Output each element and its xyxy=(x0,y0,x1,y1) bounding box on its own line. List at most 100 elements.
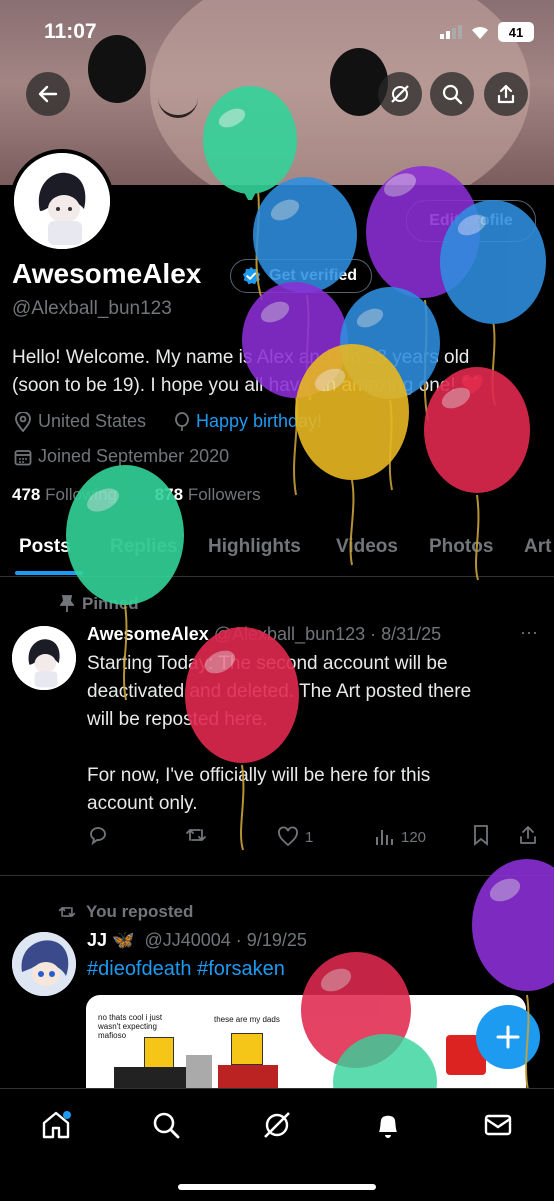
avatar-image xyxy=(14,153,110,249)
views-button[interactable]: 120 xyxy=(375,827,426,847)
share-icon xyxy=(520,826,536,844)
like-icon xyxy=(278,826,298,847)
post-header: AwesomeAlex @Alexball_bun123 · 8/31/25 xyxy=(87,624,441,645)
repost-label: You reposted xyxy=(86,902,194,921)
banner-right-eye xyxy=(330,48,388,116)
wifi-icon xyxy=(472,26,488,39)
share-button[interactable] xyxy=(484,72,528,116)
followers-label: Followers xyxy=(187,485,261,504)
tab-videos[interactable]: Videos xyxy=(336,536,398,558)
battery-indicator: 41 xyxy=(498,22,534,42)
bio-line-2: (soon to be 19). I hope you all have an … xyxy=(12,375,456,396)
profile-tabs: Posts Replies Highlights Videos Photos A… xyxy=(0,528,554,577)
reply-button[interactable] xyxy=(87,824,109,850)
post-more-button[interactable]: ··· xyxy=(520,622,538,643)
post-author-name[interactable]: AwesomeAlex xyxy=(87,624,209,644)
avatar-image xyxy=(12,626,76,690)
home-icon xyxy=(42,1111,71,1139)
followers-count: 878 xyxy=(154,485,184,504)
media-caption-2: these are my dads xyxy=(214,1015,280,1024)
profile-bio: Hello! Welcome. My name is Alex and I'm … xyxy=(12,344,532,400)
media-figure-3 xyxy=(186,1055,212,1090)
tab-photos[interactable]: Photos xyxy=(429,536,493,558)
repost-author-emoji: 🦋 xyxy=(112,930,135,950)
following-link[interactable]: 478 Following xyxy=(12,485,117,504)
media-figure-2 xyxy=(231,1033,263,1065)
search-icon xyxy=(442,84,463,105)
repost-button[interactable] xyxy=(185,824,207,850)
nav-grok[interactable] xyxy=(259,1107,295,1143)
post-body: Starting Today: The second account will … xyxy=(87,650,537,818)
bell-icon xyxy=(379,1115,397,1138)
location-icon xyxy=(15,411,31,432)
profile-name: AwesomeAlex xyxy=(12,258,202,289)
repost-header: JJ 🦋 @JJ40004 · 9/19/25 xyxy=(87,930,307,951)
tab-art[interactable]: Art xyxy=(524,536,551,558)
tab-replies[interactable]: Replies xyxy=(110,536,178,558)
post-line-5: account only. xyxy=(87,793,198,814)
pin-icon xyxy=(60,595,74,612)
bio-heart-emoji: ❤️ xyxy=(460,375,485,396)
search-button[interactable] xyxy=(430,72,474,116)
profile-avatar[interactable] xyxy=(10,149,114,253)
active-tab-indicator xyxy=(15,571,83,575)
like-count: 1 xyxy=(305,828,314,846)
post-line-1: Starting Today: The second account will … xyxy=(87,653,448,674)
nav-messages[interactable] xyxy=(480,1107,516,1143)
post-line-3: will be reposted here. xyxy=(87,709,268,730)
like-button[interactable]: 1 xyxy=(277,826,313,848)
tab-posts[interactable]: Posts xyxy=(19,536,71,558)
media-figure-1 xyxy=(144,1037,174,1069)
get-verified-button[interactable]: Get verified xyxy=(230,259,373,293)
repost-icon xyxy=(58,907,76,917)
profile-joined: Joined September 2020 xyxy=(14,446,229,467)
repost-icon xyxy=(186,829,206,841)
bio-line-1: Hello! Welcome. My name is Alex and I'm … xyxy=(12,347,470,368)
get-verified-label: Get verified xyxy=(269,267,358,284)
post-line-2: deactivated and deleted. The Art posted … xyxy=(87,681,472,702)
media-figure-body-2 xyxy=(218,1065,278,1090)
post-divider xyxy=(0,875,554,876)
tab-highlights[interactable]: Highlights xyxy=(208,536,301,558)
edit-profile-button[interactable]: Edit profile xyxy=(406,200,536,242)
nav-search[interactable] xyxy=(148,1107,184,1143)
views-count: 120 xyxy=(401,828,427,846)
grok-button[interactable] xyxy=(378,72,422,116)
repost-hashtags[interactable]: #dieofdeath #forsaken xyxy=(87,958,285,981)
back-button[interactable] xyxy=(26,72,70,116)
repost-author-avatar[interactable] xyxy=(12,932,76,996)
profile-birthday[interactable]: Happy birthday! xyxy=(174,411,322,432)
follow-counts: 478 Following 878 Followers xyxy=(12,485,261,505)
media-caption-1: no thats cool i just wasn't expecting ma… xyxy=(98,1013,163,1040)
home-indicator xyxy=(178,1184,376,1190)
nav-notifications[interactable] xyxy=(370,1107,406,1143)
repost-author-name[interactable]: JJ xyxy=(87,930,107,950)
compose-post-button[interactable] xyxy=(476,1005,540,1069)
location-text: United States xyxy=(38,411,147,431)
nav-home[interactable] xyxy=(38,1107,74,1143)
balloon-icon xyxy=(175,411,189,431)
repost-media[interactable]: no thats cool i just wasn't expecting ma… xyxy=(86,995,526,1090)
status-time: 11:07 xyxy=(44,20,97,43)
followers-link[interactable]: 878 Followers xyxy=(155,485,261,504)
post-share-button[interactable] xyxy=(517,824,539,850)
profile-location: United States xyxy=(14,411,146,432)
status-icons: 41 xyxy=(440,22,534,42)
grok-icon xyxy=(264,1112,290,1138)
media-figure-body-1 xyxy=(114,1067,194,1090)
search-icon xyxy=(153,1112,180,1139)
verified-badge-icon xyxy=(242,267,261,285)
avatar-image xyxy=(12,932,76,996)
grok-icon xyxy=(391,85,409,103)
pinned-label: Pinned xyxy=(82,594,139,613)
bookmark-button[interactable] xyxy=(471,824,491,850)
repost-handle-date: @JJ40004 · 9/19/25 xyxy=(144,930,307,950)
joined-text: Joined September 2020 xyxy=(38,446,230,466)
post-author-avatar[interactable] xyxy=(12,626,76,690)
calendar-icon xyxy=(14,449,32,465)
following-count: 478 xyxy=(12,485,41,504)
banner-left-eye xyxy=(88,35,146,103)
profile-handle: @Alexball_bun123 xyxy=(12,298,172,319)
views-icon xyxy=(376,830,393,845)
reply-icon xyxy=(90,827,106,846)
